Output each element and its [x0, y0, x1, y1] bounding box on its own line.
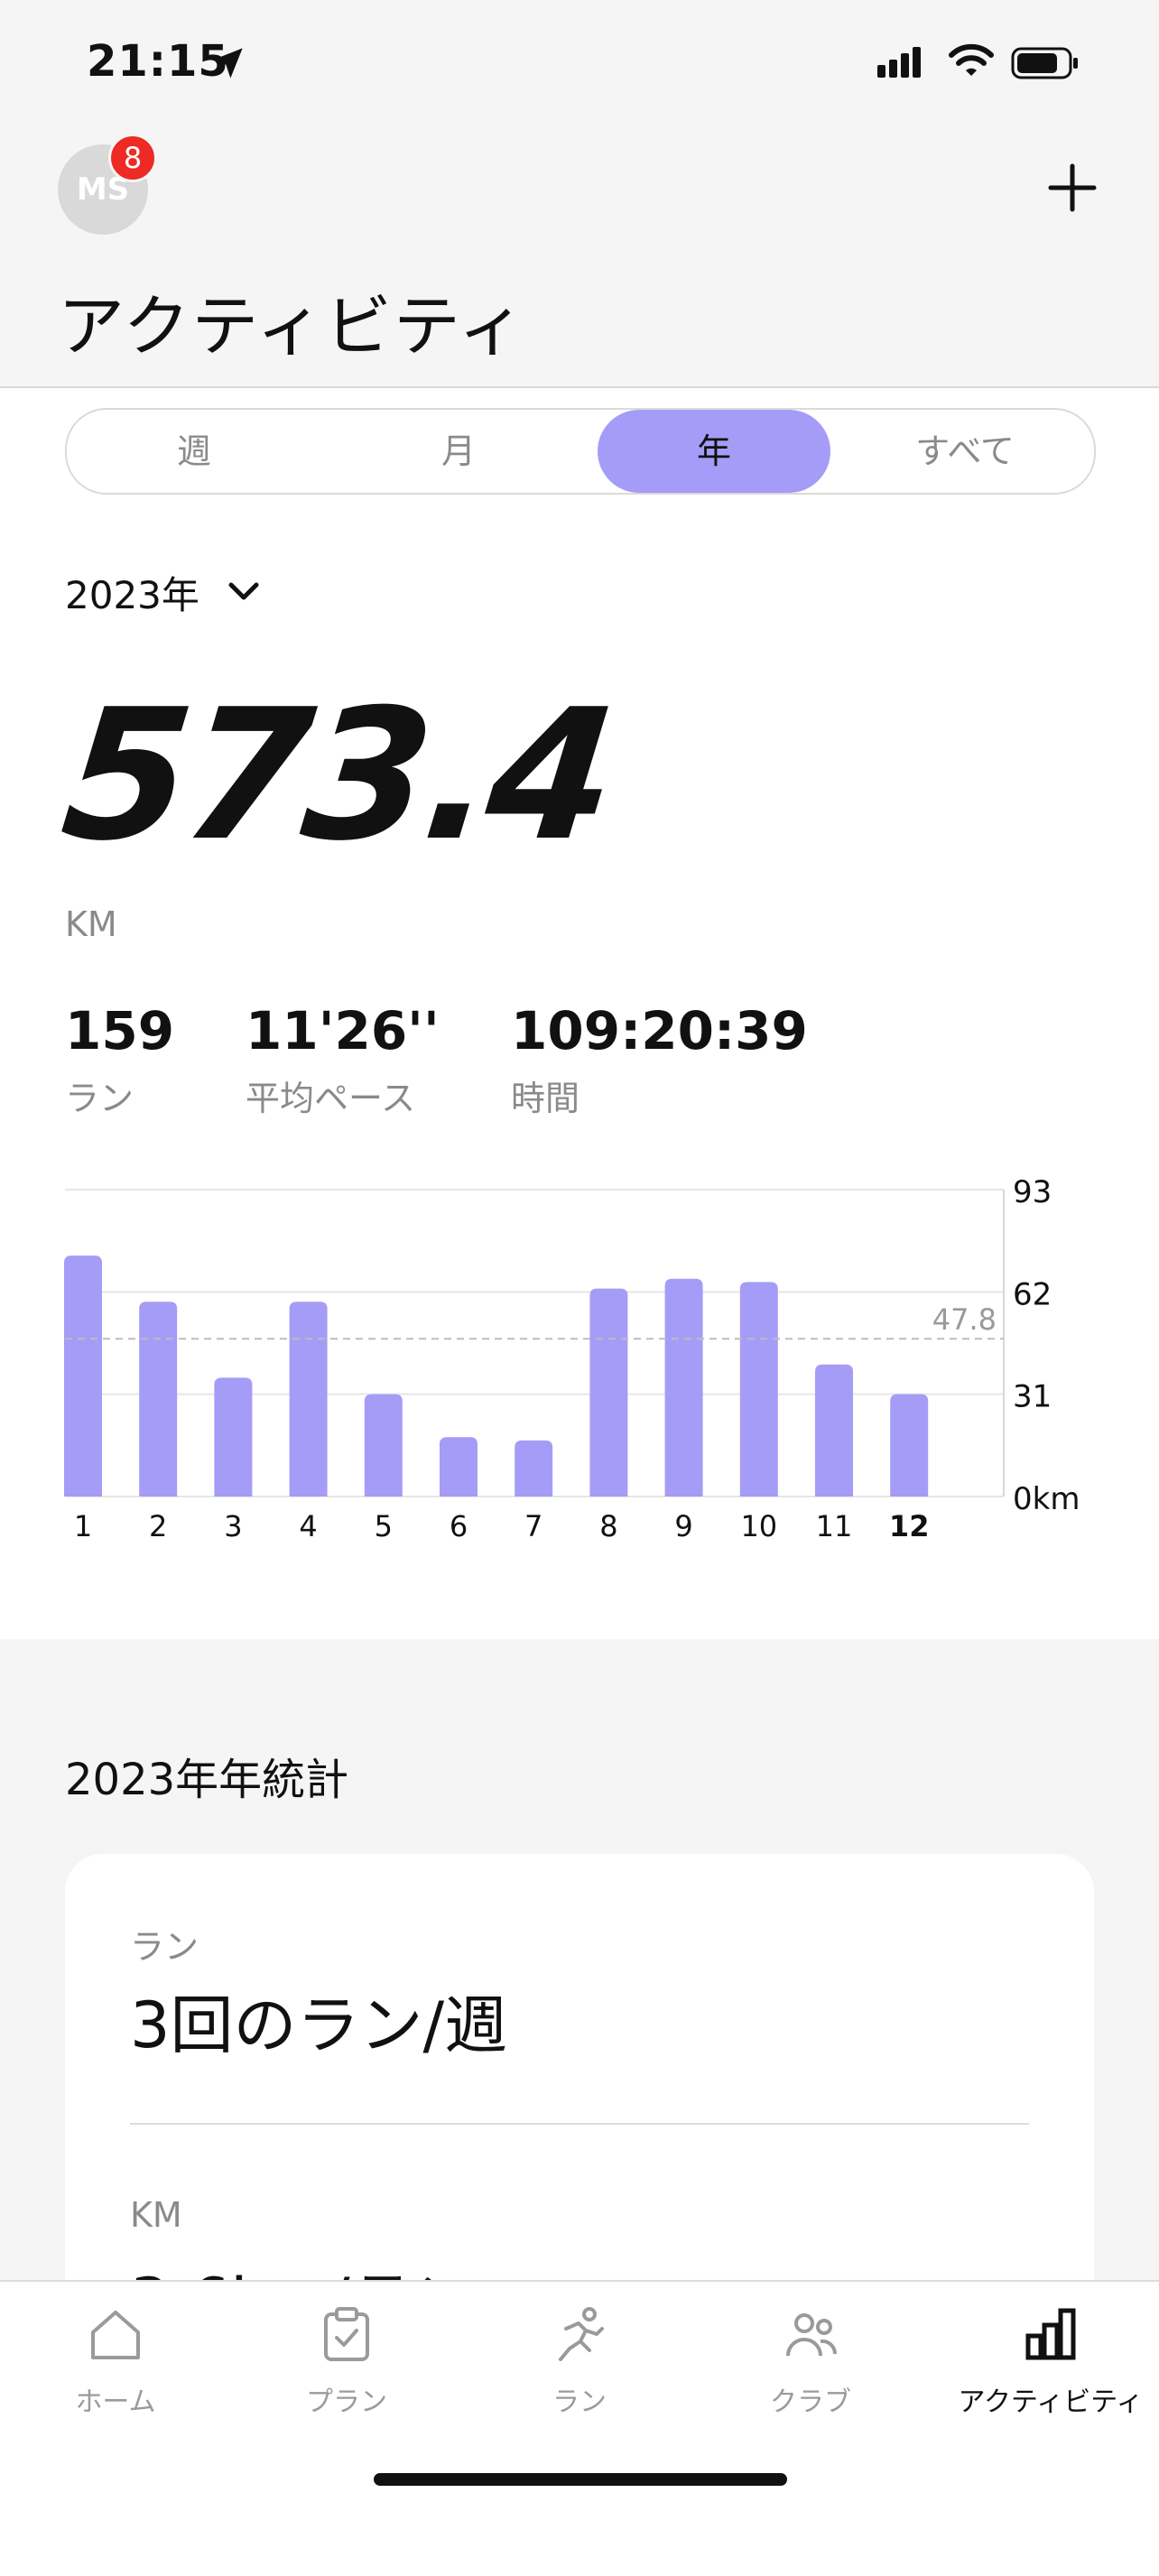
average-label: 47.8: [932, 1302, 997, 1337]
chart-bar: [139, 1302, 178, 1496]
tab-activity[interactable]: アクティビティ: [951, 2303, 1150, 2419]
divider: [130, 2123, 1029, 2125]
chart-bar: [515, 1440, 553, 1496]
tab-run-label: ラン: [552, 2386, 607, 2418]
notification-badge: 8: [108, 134, 157, 182]
home-icon: [91, 2311, 140, 2359]
stat-value-runs-per-week: 3回のラン/週: [130, 1988, 508, 2062]
chevron-down-icon[interactable]: [227, 578, 260, 605]
wifi-icon: [949, 43, 994, 76]
y-tick-label: 93: [1013, 1174, 1052, 1210]
yearly-stats-title: 2023年年統計: [65, 1755, 349, 1805]
battery-icon: [1011, 47, 1078, 79]
x-tick-label: 3: [224, 1509, 242, 1543]
avg-pace-label: 平均ペース: [246, 1079, 416, 1118]
club-people-icon: [786, 2313, 838, 2357]
x-tick-label: 1: [74, 1509, 92, 1543]
chart-bar: [890, 1394, 929, 1496]
plan-clipboard-icon: [324, 2307, 369, 2361]
x-tick-label: 2: [149, 1509, 167, 1543]
tab-run[interactable]: ラン: [489, 2303, 670, 2419]
segment-week[interactable]: 週: [78, 410, 311, 493]
activity-bars-icon: [1025, 2308, 1076, 2360]
segment-all[interactable]: すべて: [848, 410, 1081, 493]
x-tick-label: 8: [599, 1509, 617, 1543]
tab-home-label: ホーム: [75, 2386, 156, 2418]
stat-label-runs: ラン: [130, 1927, 199, 1967]
location-arrow-icon: [212, 48, 243, 79]
tab-club-label: クラブ: [770, 2386, 851, 2418]
runner-icon: [559, 2307, 604, 2361]
monthly-distance-chart[interactable]: 9362310km1 2 3 4 5 6 7 8 9 10 11 1247.8: [0, 1164, 1159, 1552]
period-segmented-control: 週 月 年 すべて: [65, 408, 1096, 495]
y-tick-label: 0km: [1013, 1481, 1080, 1517]
chart-bar: [364, 1394, 403, 1496]
chart-bar: [664, 1278, 703, 1496]
x-tick-label: 7: [524, 1509, 542, 1543]
chart-bar: [815, 1364, 853, 1496]
chart-bar: [214, 1377, 253, 1496]
chart-bar: [739, 1282, 778, 1496]
total-time: 109:20:39: [511, 1000, 808, 1061]
tab-plan-label: プラン: [306, 2386, 387, 2418]
tab-plan[interactable]: プラン: [256, 2303, 437, 2419]
chart-bar: [64, 1256, 102, 1496]
page-title: アクティビティ: [58, 288, 527, 366]
total-distance: 573.4: [53, 671, 620, 881]
tab-home[interactable]: ホーム: [25, 2303, 206, 2419]
y-tick-label: 31: [1013, 1379, 1052, 1415]
add-plus-icon[interactable]: [1047, 162, 1098, 213]
x-tick-label: 9: [674, 1509, 692, 1543]
total-time-label: 時間: [511, 1079, 580, 1118]
x-tick-label: 12: [889, 1509, 930, 1543]
avg-pace: 11'26'': [246, 1000, 440, 1061]
runs-label: ラン: [65, 1079, 134, 1118]
segment-year[interactable]: 年: [598, 410, 830, 493]
stat-label-km: KM: [130, 2195, 182, 2235]
home-indicator: [374, 2473, 787, 2486]
segment-month[interactable]: 月: [342, 410, 575, 493]
status-time: 21:15: [87, 36, 229, 87]
cellular-signal-icon: [877, 47, 924, 78]
x-tick-label: 4: [299, 1509, 317, 1543]
chart-bar: [289, 1302, 328, 1496]
runs-count: 159: [65, 1000, 175, 1061]
x-tick-label: 11: [816, 1509, 853, 1543]
tab-activity-label: アクティビティ: [958, 2386, 1144, 2418]
tab-club[interactable]: クラブ: [720, 2303, 901, 2419]
x-tick-label: 10: [740, 1509, 777, 1543]
x-tick-label: 6: [450, 1509, 468, 1543]
distance-unit: KM: [65, 904, 117, 944]
x-tick-label: 5: [375, 1509, 393, 1543]
chart-bar: [440, 1437, 478, 1496]
y-tick-label: 62: [1013, 1276, 1052, 1312]
year-selector[interactable]: 2023年: [65, 565, 199, 620]
chart-bar: [589, 1288, 628, 1496]
